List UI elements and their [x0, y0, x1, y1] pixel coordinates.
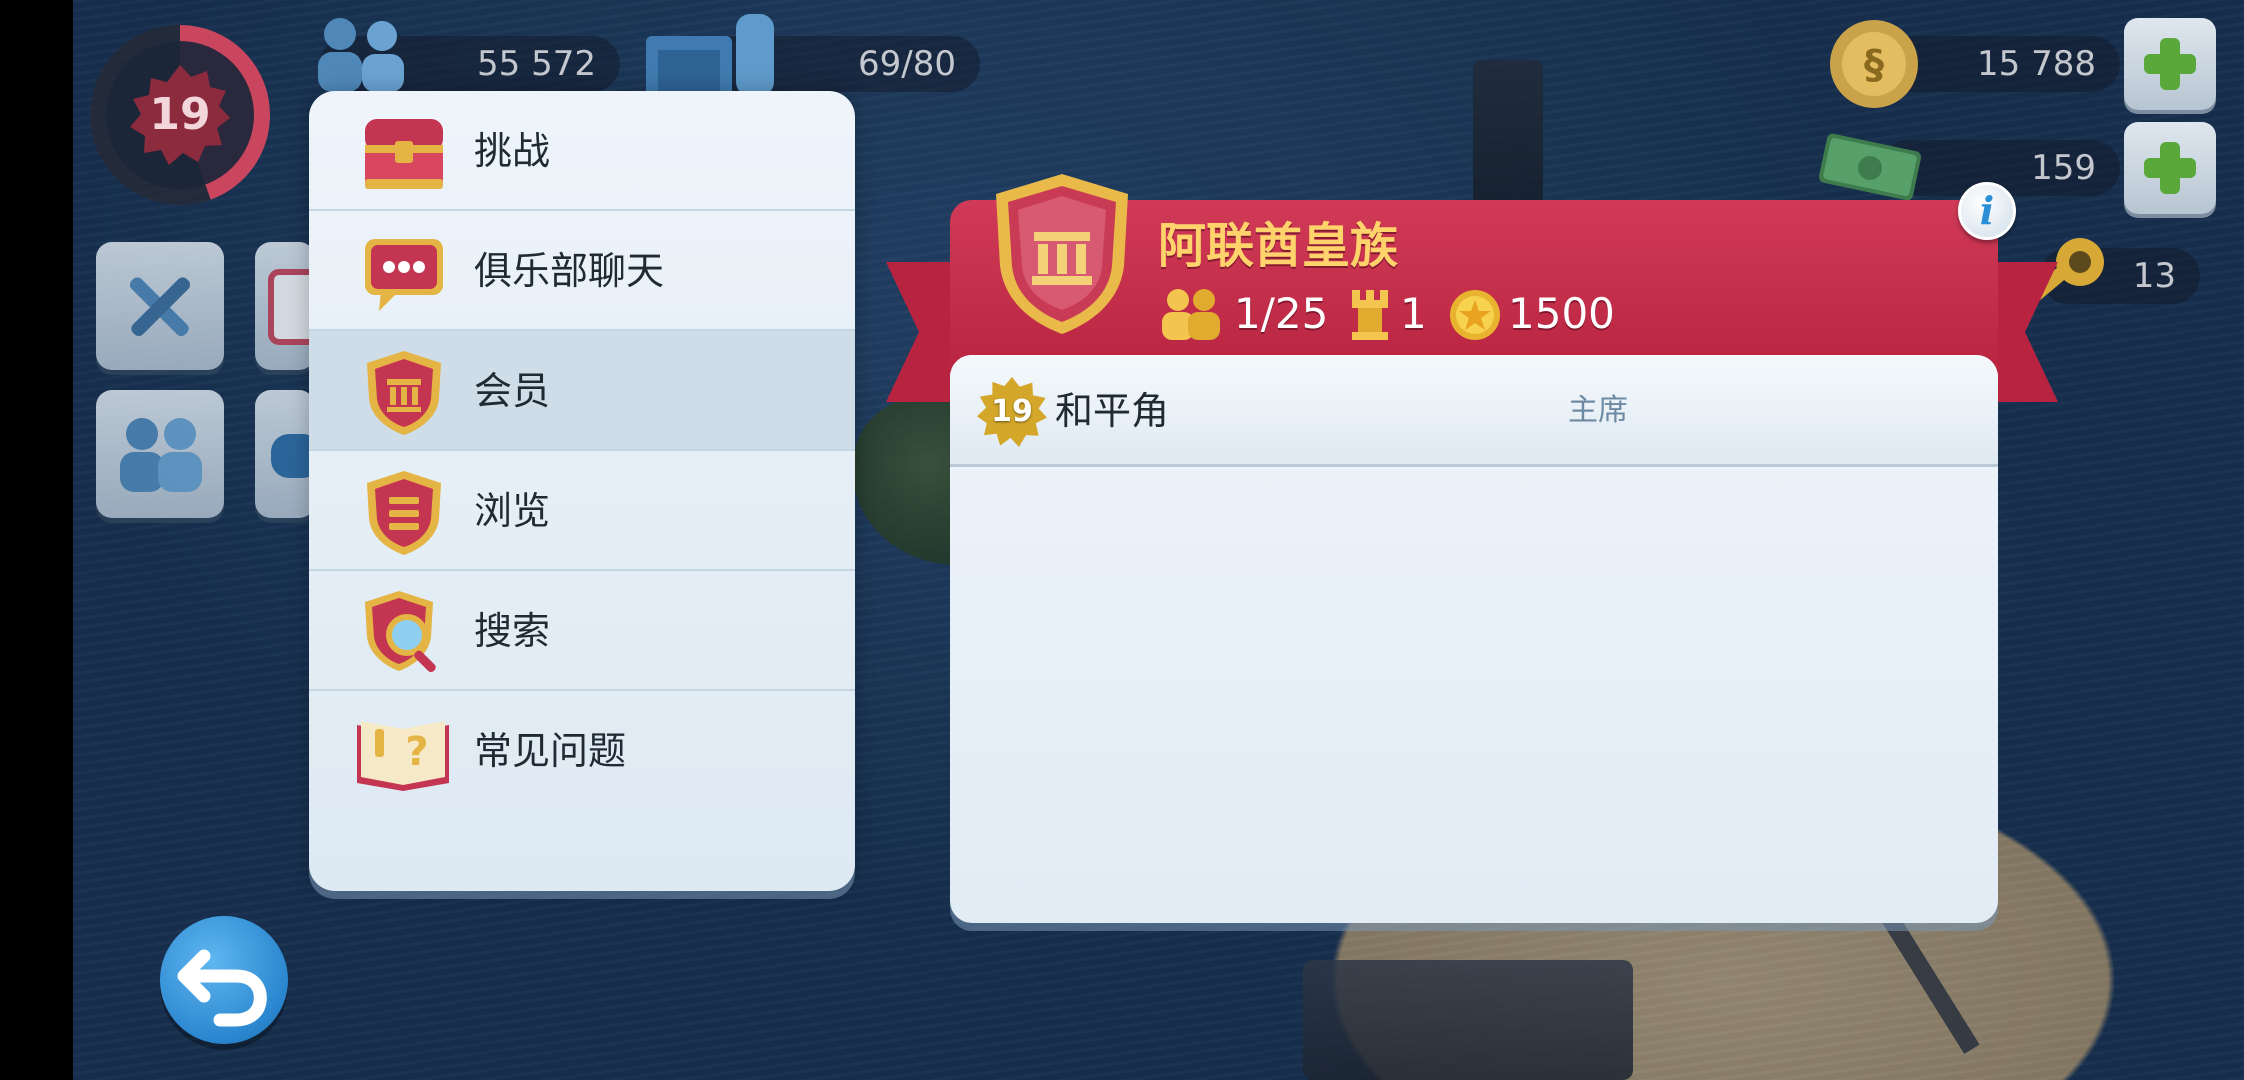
- storage-warehouse-icon: [646, 14, 774, 96]
- club-wars-count: 1: [1400, 289, 1427, 338]
- contest-button[interactable]: [255, 390, 321, 518]
- club-points: 1500: [1508, 289, 1615, 338]
- club-menu-panel: 挑战 俱乐部聊天 会员 浏览 搜索 ? 常见问题: [309, 91, 855, 891]
- storage-value: 69/80: [858, 44, 956, 84]
- back-arrow-icon: [177, 949, 267, 1027]
- menu-item-label: 会员: [474, 369, 551, 413]
- menu-item-members[interactable]: 会员: [309, 331, 855, 451]
- menu-item-club-chat[interactable]: 俱乐部聊天: [309, 211, 855, 331]
- treasure-chest-icon: [365, 119, 443, 189]
- simoleon-coin-icon: §: [1830, 20, 1918, 108]
- members-icon: [1162, 289, 1220, 340]
- calendar-button[interactable]: [255, 242, 324, 370]
- calendar-icon: [268, 269, 324, 345]
- menu-item-label: 俱乐部聊天: [474, 249, 665, 293]
- group-people-icon: [120, 418, 202, 492]
- menu-item-label: 浏览: [474, 489, 551, 533]
- back-button[interactable]: [160, 916, 288, 1044]
- menu-item-faq[interactable]: ? 常见问题: [309, 691, 855, 811]
- build-tools-button[interactable]: [96, 242, 224, 370]
- member-level-badge: 19: [977, 377, 1047, 447]
- member-level: 19: [991, 394, 1033, 429]
- add-simoleons-button[interactable]: [2124, 18, 2216, 110]
- war-tower-icon: [1352, 290, 1388, 340]
- simcash-value: 159: [2031, 148, 2096, 188]
- svg-text:?: ?: [405, 729, 428, 775]
- menu-item-label: 常见问题: [474, 729, 627, 773]
- menu-item-browse[interactable]: 浏览: [309, 451, 855, 571]
- simcash-bill-icon: [1818, 133, 1922, 201]
- left-black-bar: [0, 0, 73, 1080]
- member-name: 和平角: [1055, 389, 1170, 433]
- magnifier-shield-icon: [365, 591, 436, 673]
- club-shield-icon: [367, 351, 441, 435]
- chat-bubble-icon: [365, 239, 443, 311]
- keys-value: 13: [2132, 256, 2176, 296]
- level-number: 19: [149, 89, 211, 140]
- population-value: 55 572: [477, 44, 596, 84]
- member-row[interactable]: 19 和平角 主席: [950, 355, 1998, 467]
- club-emblem-shield-icon: [996, 174, 1128, 334]
- faq-book-icon: ?: [357, 721, 449, 791]
- menu-item-search[interactable]: 搜索: [309, 571, 855, 691]
- list-shield-icon: [367, 471, 441, 555]
- add-simcash-button[interactable]: [2124, 122, 2216, 214]
- svg-text:§: §: [1864, 42, 1884, 88]
- club-name: 阿联酋皇族: [1158, 218, 1399, 274]
- simoleons-value: 15 788: [1977, 44, 2096, 84]
- menu-item-label: 搜索: [474, 609, 551, 653]
- club-hq-button[interactable]: [96, 390, 224, 518]
- club-info-button[interactable]: i: [1958, 182, 2016, 240]
- population-icon: [318, 18, 404, 92]
- wrench-screwdriver-icon: [129, 277, 191, 337]
- menu-item-challenges[interactable]: 挑战: [309, 91, 855, 211]
- gamepad-icon: [271, 434, 321, 478]
- club-members-count: 1/25: [1234, 289, 1329, 338]
- member-role: 主席: [1568, 393, 1628, 428]
- star-coin-icon: [1450, 290, 1500, 340]
- level-progress-ring[interactable]: 19: [90, 25, 270, 205]
- members-list-panel: 19 和平角 主席: [950, 355, 1998, 923]
- menu-item-label: 挑战: [474, 129, 551, 173]
